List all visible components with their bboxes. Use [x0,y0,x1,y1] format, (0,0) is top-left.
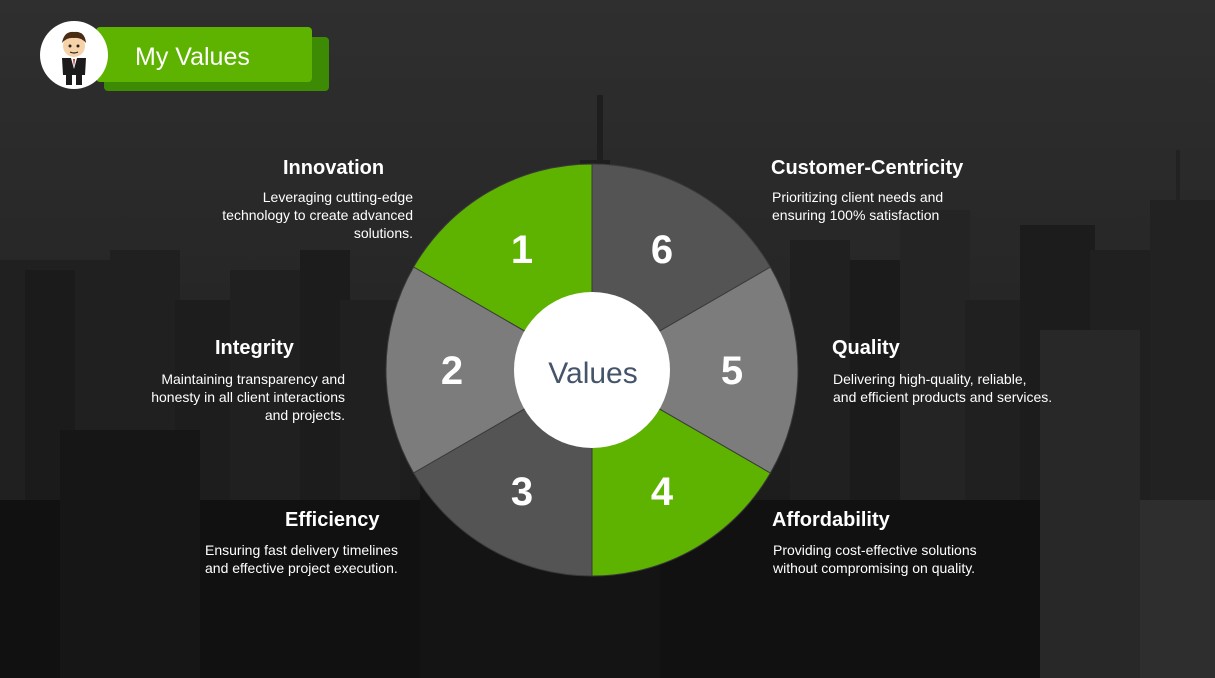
segment-number-2: 2 [441,349,463,393]
segment-number-3: 3 [511,470,533,514]
center-label: Values [548,357,638,390]
value-title-affordability: Affordability [772,509,890,531]
value-desc-efficiency: Ensuring fast delivery timelines and eff… [205,542,398,576]
value-title-innovation: Innovation [283,157,385,179]
value-desc-customer-centricity: Prioritizing client needs and ensuring 1… [772,189,944,223]
values-wheel: 1 2 3 4 5 6 Values [385,163,799,577]
value-desc-quality: Delivering high-quality, reliable, and e… [833,371,1053,405]
segment-number-6: 6 [651,228,673,272]
value-title-integrity: Integrity [215,337,294,359]
segment-number-1: 1 [511,228,533,272]
value-desc-integrity: Maintaining transparency and honesty in … [151,371,345,423]
value-desc-innovation: Leveraging cutting-edge technology to cr… [222,189,413,241]
value-title-efficiency: Efficiency [285,509,380,531]
value-desc-affordability: Providing cost-effective solutions witho… [773,542,977,576]
value-title-customer-centricity: Customer-Centricity [771,157,964,179]
value-title-quality: Quality [832,337,900,359]
segment-number-5: 5 [721,349,743,393]
segment-number-4: 4 [651,470,674,514]
